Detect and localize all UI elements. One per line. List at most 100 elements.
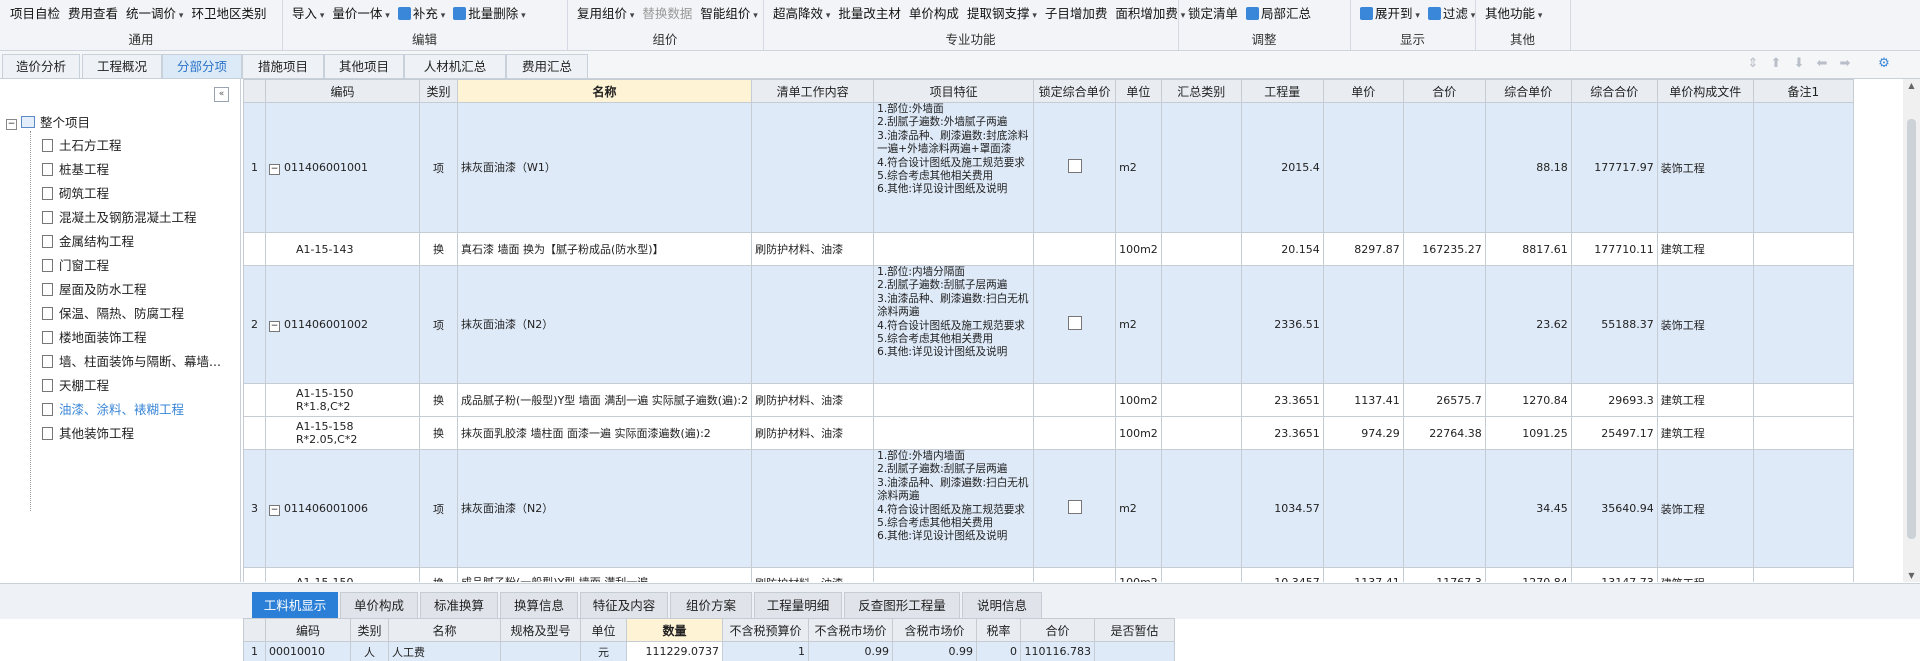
resource-cell[interactable]: 00010010 [265, 641, 351, 661]
tree-root[interactable]: − 整个项目 [6, 114, 90, 132]
tree-item[interactable]: 砌筑工程 [42, 185, 109, 203]
table-row[interactable]: A1-15-143 换 真石漆 墙面 换为【腻子粉成品(防水型)】 刷防护材料、油漆 1… [243, 232, 1854, 266]
grid-cell[interactable]: 55188.37 [1570, 265, 1658, 384]
grid-cell[interactable]: 35640.94 [1570, 449, 1658, 568]
grid-cell[interactable]: 抹灰面乳胶漆 墙柱面 面漆一遍 实际面漆遍数(遍):2 [456, 416, 753, 450]
grid-cell[interactable] [1033, 449, 1117, 568]
resource-cell[interactable]: 元 [580, 641, 627, 661]
grid-cell[interactable]: 换 [419, 567, 458, 582]
move-up-icon[interactable]: ⬆ [1768, 57, 1784, 71]
grid-cell[interactable]: 177717.97 [1570, 102, 1658, 233]
grid-cell[interactable]: 1270.84 [1484, 567, 1572, 582]
grid-cell[interactable]: A1-15-158 R*2.05,C*2 [265, 416, 420, 450]
ribbon-button[interactable]: 提取钢支撑 ▾ [963, 4, 1041, 26]
grid-header-cell[interactable]: 清单工作内容 [751, 79, 875, 103]
grid-cell[interactable] [1322, 449, 1404, 568]
grid-cell[interactable]: 1.部位:内墙分隔面 2.刮腻子遍数:刮腻子层两遍 3.油漆品种、刷漆遍数:扫白… [873, 265, 1035, 384]
grid-cell[interactable]: 100m2 [1115, 416, 1162, 450]
grid-cell[interactable]: 100m2 [1115, 232, 1162, 266]
resource-header-cell[interactable]: 是否暂估 [1094, 618, 1175, 642]
grid-cell[interactable] [873, 416, 1035, 450]
resource-cell[interactable]: 0.99 [808, 641, 893, 661]
tab-2[interactable]: 工程概况 [82, 54, 162, 78]
grid-cell[interactable]: 装饰工程 [1656, 449, 1754, 568]
grid-cell[interactable]: A1-15-143 [265, 232, 420, 266]
ribbon-button[interactable]: 超高降效 ▾ [769, 4, 834, 26]
column-settings-icon[interactable]: ⇕ [1745, 57, 1761, 71]
grid-cell[interactable] [1033, 567, 1117, 582]
grid-cell[interactable]: 建筑工程 [1656, 416, 1754, 450]
grid-cell[interactable] [1752, 449, 1854, 568]
resource-header-cell[interactable]: 单位 [580, 618, 627, 642]
grid-cell[interactable] [1160, 416, 1242, 450]
grid-cell[interactable] [243, 567, 266, 582]
grid-cell[interactable]: 177710.11 [1570, 232, 1658, 266]
move-down-icon[interactable]: ⬇ [1791, 57, 1807, 71]
ribbon-button[interactable]: 过滤 ▾ [1424, 4, 1479, 26]
grid-cell[interactable]: 22764.38 [1402, 416, 1486, 450]
ribbon-button[interactable]: 锁定清单 [1184, 4, 1242, 24]
table-row[interactable]: 2−011406001002 项抹灰面油漆（N2） 1.部位:内墙分隔面 2.刮腻子… [243, 265, 1854, 384]
grid-header-cell[interactable]: 编码 [265, 79, 420, 103]
grid-header-cell[interactable]: 名称 [456, 79, 753, 103]
grid-header-cell[interactable]: 汇总类别 [1160, 79, 1242, 103]
grid-cell[interactable]: 装饰工程 [1656, 265, 1754, 384]
grid-cell[interactable] [1322, 265, 1404, 384]
grid-cell[interactable]: 建筑工程 [1656, 232, 1754, 266]
grid-cell[interactable]: m2 [1115, 449, 1162, 568]
tab-4[interactable]: 措施项目 [242, 54, 324, 78]
grid-cell[interactable] [1033, 416, 1117, 450]
collapse-panel-icon[interactable]: « [214, 87, 229, 102]
grid-cell[interactable] [1752, 232, 1854, 266]
grid-cell[interactable]: −011406001006 [265, 449, 420, 568]
resource-header-cell[interactable]: 不含税预算价 [722, 618, 809, 642]
resource-header-cell[interactable]: 含税市场价 [892, 618, 977, 642]
grid-cell[interactable]: 建筑工程 [1656, 383, 1754, 417]
ribbon-button[interactable]: 环卫地区类别 [187, 4, 270, 24]
grid-cell[interactable]: 换 [419, 383, 458, 417]
resource-header-cell[interactable]: 编码 [265, 618, 351, 642]
grid-cell[interactable] [1160, 449, 1242, 568]
grid-header-cell[interactable] [243, 79, 266, 103]
grid-header-cell[interactable]: 综合合价 [1570, 79, 1658, 103]
grid-cell[interactable]: 974.29 [1322, 416, 1404, 450]
detail-tab-1[interactable]: 工料机显示 [252, 592, 338, 619]
ribbon-button[interactable]: 单价构成 [905, 4, 963, 24]
grid-cell[interactable]: 刷防护材料、油漆 [751, 416, 875, 450]
grid-cell[interactable] [1322, 102, 1404, 233]
grid-cell[interactable]: 刷防护材料、油漆 [751, 232, 875, 266]
grid-cell[interactable]: 8817.61 [1484, 232, 1572, 266]
tree-item[interactable]: 土石方工程 [42, 137, 122, 155]
scroll-down-icon[interactable]: ▼ [1903, 571, 1920, 580]
grid-cell[interactable]: 167235.27 [1402, 232, 1486, 266]
tree-item[interactable]: 门窗工程 [42, 257, 109, 275]
grid-cell[interactable]: 1137.41 [1322, 567, 1404, 582]
grid-cell[interactable]: A1-15-150 [265, 567, 420, 582]
table-row[interactable]: A1-15-158 R*2.05,C*2 换 抹灰面乳胶漆 墙柱面 面漆一遍 实际面… [243, 416, 1854, 450]
tree-item[interactable]: 保温、隔热、防腐工程 [42, 305, 184, 323]
tree-collapse-icon[interactable]: − [6, 119, 17, 130]
resource-cell[interactable] [500, 641, 581, 661]
grid-header-cell[interactable]: 工程量 [1240, 79, 1324, 103]
grid-cell[interactable] [1402, 102, 1486, 233]
grid-cell[interactable]: 项 [419, 265, 458, 384]
resource-header-cell[interactable]: 合价 [1020, 618, 1095, 642]
grid-cell[interactable] [873, 232, 1035, 266]
detail-tab-7[interactable]: 工程量明细 [754, 592, 842, 619]
grid-cell[interactable] [243, 416, 266, 450]
resource-cell[interactable]: 1 [243, 641, 266, 661]
resource-header-cell[interactable]: 规格及型号 [500, 618, 581, 642]
grid-cell[interactable] [1160, 383, 1242, 417]
resource-cell[interactable]: 0 [976, 641, 1021, 661]
tree-item[interactable]: 屋面及防水工程 [42, 281, 147, 299]
grid-cell[interactable]: m2 [1115, 265, 1162, 384]
grid-cell[interactable]: A1-15-150 R*1.8,C*2 [265, 383, 420, 417]
ribbon-button[interactable]: 补充 ▾ [394, 4, 449, 26]
ribbon-button[interactable]: 费用查看 [64, 4, 122, 24]
table-row[interactable]: 3−011406001006 项抹灰面油漆（N2） 1.部位:外墙内墙面 2.刮腻子… [243, 449, 1854, 568]
scroll-up-icon[interactable]: ▲ [1903, 81, 1920, 90]
tree-item[interactable]: 混凝土及钢筋混凝土工程 [42, 209, 197, 227]
tree-item[interactable]: 油漆、涂料、裱糊工程 [42, 401, 184, 419]
grid-cell[interactable] [873, 567, 1035, 582]
detail-tab-8[interactable]: 反查图形工程量 [844, 592, 960, 619]
